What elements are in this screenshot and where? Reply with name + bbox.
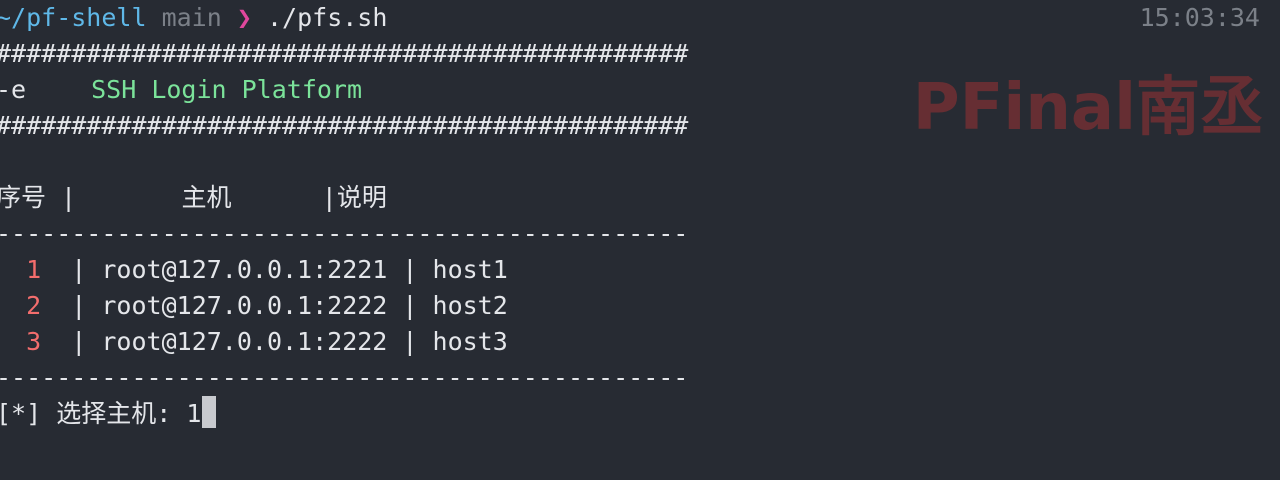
table-separator-bottom: ----------------------------------------… (0, 363, 689, 392)
row-host: | root@127.0.0.1:2221 | (71, 255, 418, 284)
banner-title: SSH Login Platform (91, 75, 363, 104)
table-header: 序号 | 主机 |说明 (0, 183, 387, 212)
row-number: 2 (26, 291, 42, 320)
shell-prompt-line: ~/pf-shell main ❯ ./pfs.sh (0, 0, 387, 36)
watermark-logo: PFinal南丞 (912, 71, 1264, 145)
banner-flag: -e (0, 75, 27, 104)
text-cursor (202, 396, 217, 428)
prompt-path: ~/pf-shell (0, 3, 147, 32)
row-number: 3 (26, 327, 42, 356)
table-row[interactable]: 1 | root@127.0.0.1:2221 | host1 (0, 252, 508, 288)
prompt-command: ./pfs.sh (266, 3, 388, 32)
row-description: host3 (432, 327, 508, 356)
table-row[interactable]: 3 | root@127.0.0.1:2222 | host3 (0, 324, 508, 360)
row-host: | root@127.0.0.1:2222 | (71, 291, 418, 320)
row-host: | root@127.0.0.1:2222 | (71, 327, 418, 356)
input-prompt: [*] 选择主机: (0, 399, 187, 428)
terminal-window[interactable]: 15:03:34 PFinal南丞 ~/pf-shell main ❯ ./pf… (0, 0, 1280, 480)
table-separator-top: ----------------------------------------… (0, 219, 689, 248)
row-description: host1 (432, 255, 508, 284)
banner-hash-bottom: ########################################… (0, 111, 689, 140)
prompt-arrow-icon: ❯ (236, 3, 252, 32)
host-selection-input[interactable]: [*] 选择主机: 1 (0, 396, 217, 432)
row-description: host2 (432, 291, 508, 320)
banner-title-line: -e SSH Login Platform (0, 72, 362, 108)
table-row[interactable]: 2 | root@127.0.0.1:2222 | host2 (0, 288, 508, 324)
clock: 15:03:34 (1139, 3, 1260, 32)
input-value[interactable]: 1 (186, 399, 201, 428)
prompt-branch: main (161, 3, 222, 32)
banner-hash-top: ########################################… (0, 39, 689, 68)
row-number: 1 (26, 255, 42, 284)
